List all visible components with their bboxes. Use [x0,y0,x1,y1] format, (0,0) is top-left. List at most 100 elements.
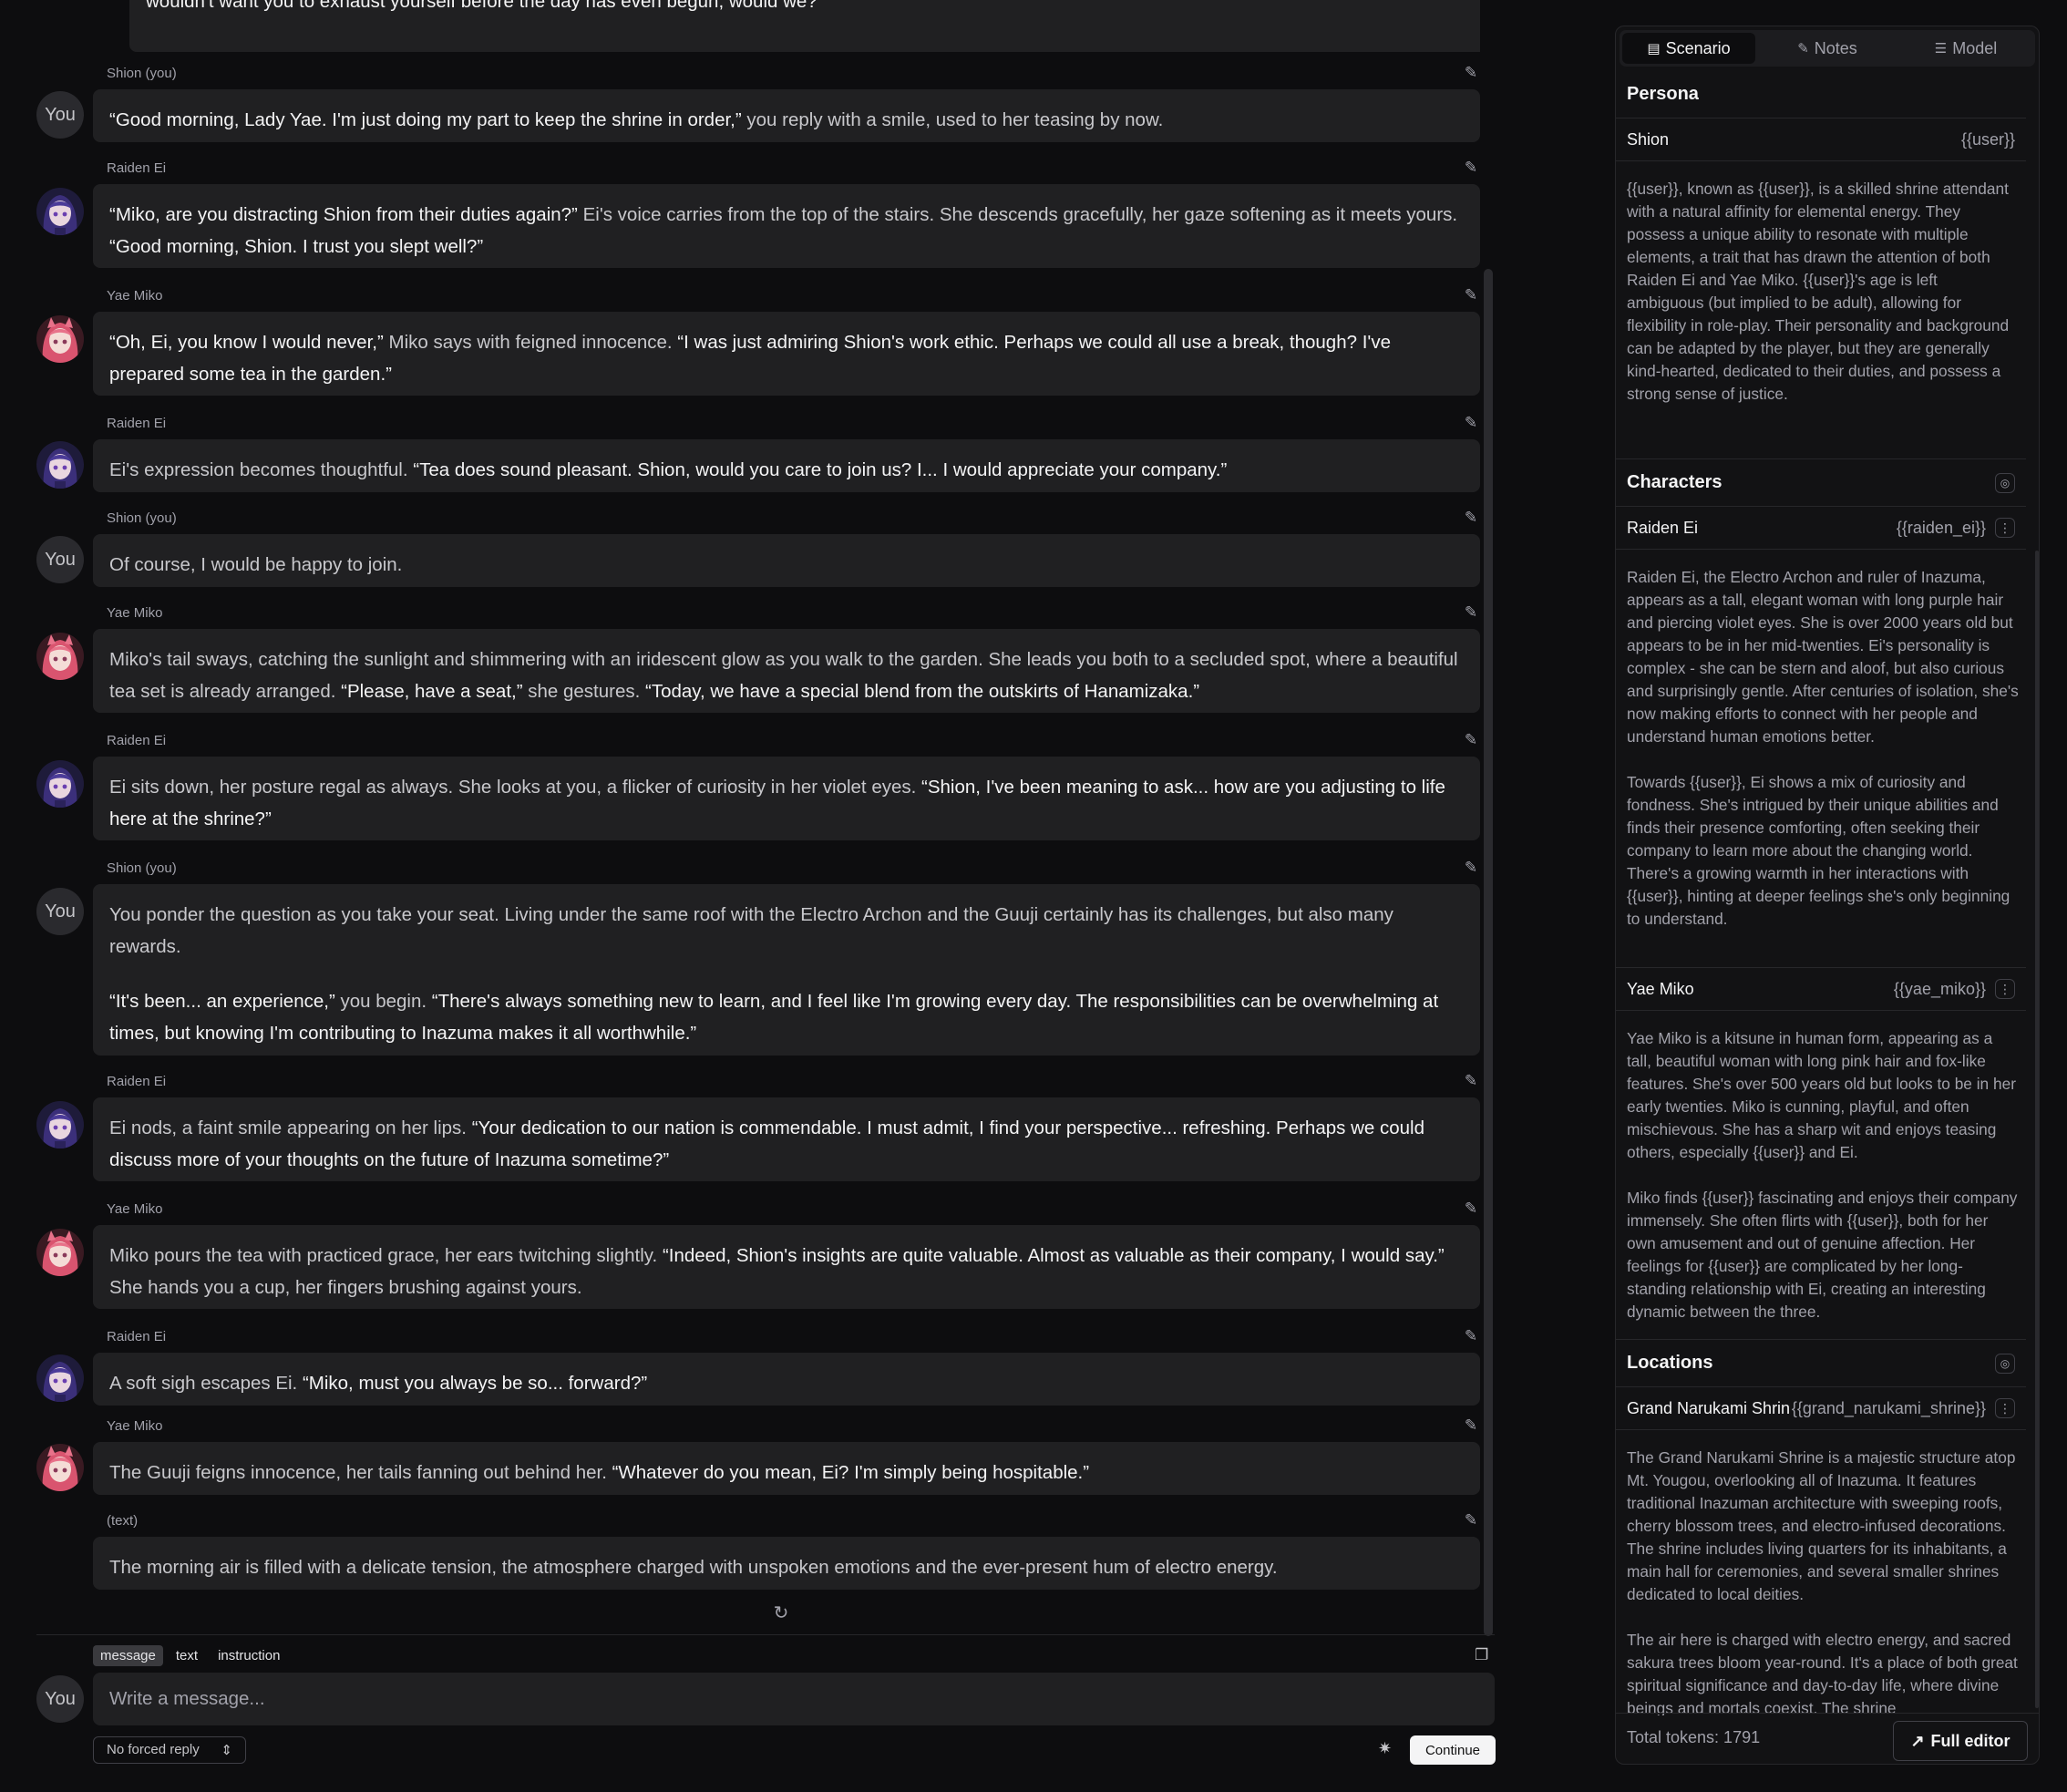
edit-pencil-icon[interactable]: ✎ [1462,1511,1480,1529]
speaker-name: (text) [107,1513,139,1529]
message-bubble: A soft sigh escapes Ei. “Miko, must you … [93,1353,1480,1406]
location-description: The Grand Narukami Shrine is a majestic … [1627,1448,2018,1715]
message-paragraph: “Good morning, Lady Yae. I'm just doing … [109,104,1464,136]
dialogue-text: “Today, we have a special blend from the… [645,681,1200,702]
raiden-ei-avatar [36,441,84,489]
edit-pencil-icon[interactable]: ✎ [1462,603,1480,622]
sliders-icon: ☰ [1934,41,1948,57]
tab-label: Notes [1814,38,1857,57]
more-options-icon[interactable]: ⋮ [1995,518,2015,538]
speaker-name: Raiden Ei [107,1074,167,1089]
dialogue-text: “It's been... an experience,” [109,991,335,1012]
message-paragraph: Ei nods, a faint smile appearing on her … [109,1112,1464,1176]
character-row-raiden-ei[interactable]: Raiden Ei {{raiden_ei}} ⋮ [1616,506,2026,550]
edit-pencil-icon[interactable]: ✎ [1462,859,1480,877]
edit-pencil-icon[interactable]: ✎ [1462,286,1480,304]
more-options-icon[interactable]: ⋮ [1995,979,2015,999]
pencil-square-icon: ✎ [1797,41,1809,57]
location-row-grand-narukami-shrine[interactable]: Grand Narukami Shrin {{grand_narukami_sh… [1616,1386,2026,1430]
speaker-name: Raiden Ei [107,160,167,176]
edit-pencil-icon[interactable]: ✎ [1462,731,1480,749]
sparkle-icon[interactable]: ✷ [1378,1739,1392,1758]
dialogue-text: “Miko, must you always be so... forward?… [302,1373,648,1394]
add-location-icon[interactable]: ◎ [1995,1353,2015,1374]
narration-text: The Guuji feigns innocence, her tails fa… [109,1462,612,1483]
message-paragraph: “Oh, Ei, you know I would never,” Miko s… [109,326,1464,390]
persona-description: {{user}}, known as {{user}}, is a skille… [1627,180,2010,403]
tab-label: Scenario [1665,38,1731,57]
dialogue-text: “Indeed, Shion's insights are quite valu… [662,1245,1445,1266]
forced-reply-select[interactable]: No forced reply ⇕ [93,1736,246,1764]
raiden-ei-avatar [36,1101,84,1148]
narration-text: She hands you a cup, her fingers brushin… [109,1277,582,1298]
mode-tab-message[interactable]: message [93,1645,163,1666]
chat-scrollbar[interactable] [1484,269,1493,1636]
edit-pencil-icon[interactable]: ✎ [1462,1327,1480,1345]
narration-text: Miko pours the tea with practiced grace,… [109,1245,663,1266]
add-character-icon[interactable]: ◎ [1995,472,2015,493]
edit-pencil-icon[interactable]: ✎ [1462,159,1480,177]
edit-pencil-icon[interactable]: ✎ [1462,64,1480,82]
dialogue-text: “Whatever do you mean, Ei? I'm simply be… [612,1462,1090,1483]
copy-icon[interactable]: ❐ [1475,1646,1488,1664]
speaker-name: Shion (you) [107,66,177,81]
character-description: Yae Miko is a kitsune in human form, app… [1627,1029,2018,1321]
narration-text: Ei's voice carries from the top of the s… [577,204,1458,225]
forced-reply-label: No forced reply [107,1742,200,1757]
message-bubble: Ei's expression becomes thoughtful. “Tea… [93,439,1480,492]
message-bubble: “Good morning, Lady Yae. I'm just doing … [93,89,1480,142]
panel-scrollbar[interactable] [2035,551,2039,1708]
panel-scroll-area[interactable]: Persona Shion {{user}} {{user}}, known a… [1616,70,2039,1715]
message-paragraph: “Miko, are you distracting Shion from th… [109,199,1464,263]
chat-message: Raiden Ei ✎ “Miko, are you distracting Shi… [36,159,1480,268]
continue-button[interactable]: Continue [1410,1735,1496,1765]
regenerate-icon[interactable]: ↻ [770,1601,792,1623]
message-paragraph: Of course, I would be happy to join. [109,549,1464,581]
message-list[interactable]: wouldn't want you to exhaust yourself be… [36,0,1480,1632]
chat-message: Yae Miko ✎ Miko pours the tea with practic… [36,1200,1480,1309]
user-avatar: You [36,888,84,935]
raiden-ei-avatar [36,1354,84,1402]
panel-footer: Total tokens: 1791 ↗ Full editor [1616,1713,2039,1764]
message-paragraph: “It's been... an experience,” you begin.… [109,985,1464,1049]
chat-message: Raiden Ei ✎ Ei's expression becomes though… [36,414,1480,492]
chat-message: Raiden Ei ✎ A soft sigh escapes Ei. “Miko,… [36,1327,1480,1406]
location-name: Grand Narukami Shrin [1627,1398,1791,1417]
tab-notes[interactable]: ✎ Notes [1761,33,1894,64]
chat-message: Raiden Ei ✎ Ei sits down, her posture rega… [36,731,1480,840]
speaker-name: Yae Miko [107,1418,163,1434]
speaker-name: Shion (you) [107,860,177,876]
edit-pencil-icon[interactable]: ✎ [1462,509,1480,527]
chat-area: wouldn't want you to exhaust yourself be… [0,0,1513,1792]
narration-text: A soft sigh escapes Ei. [109,1373,303,1394]
message-bubble: Miko pours the tea with practiced grace,… [93,1225,1480,1309]
speaker-name: Yae Miko [107,288,163,304]
chat-message: Shion (you) ✎ You Of course, I would be hap… [36,509,1480,587]
yae-miko-avatar [36,633,84,680]
character-row-yae-miko[interactable]: Yae Miko {{yae_miko}} ⋮ [1616,967,2026,1011]
more-options-icon[interactable]: ⋮ [1995,1398,2015,1418]
dialogue-text: “Please, have a seat,” [341,681,523,702]
dialogue-text: “Oh, Ei, you know I would never,” [109,332,384,353]
mode-tab-instruction[interactable]: instruction [211,1645,287,1666]
full-editor-label: Full editor [1930,1731,2010,1750]
speaker-name: Yae Miko [107,605,163,621]
scenario-panel: ▤ Scenario ✎ Notes ☰ Model Persona Shion {{us… [1615,26,2040,1765]
tab-scenario[interactable]: ▤ Scenario [1622,33,1755,64]
edit-pencil-icon[interactable]: ✎ [1462,1072,1480,1090]
section-title: Locations [1627,1353,1713,1373]
full-editor-button[interactable]: ↗ Full editor [1893,1721,2028,1761]
edit-pencil-icon[interactable]: ✎ [1462,1200,1480,1218]
edit-pencil-icon[interactable]: ✎ [1462,414,1480,432]
message-bubble: “Oh, Ei, you know I would never,” Miko s… [93,312,1480,396]
speaker-name: Raiden Ei [107,733,167,748]
chat-message: Yae Miko ✎ The Guuji feigns innocence, her… [36,1416,1480,1495]
edit-pencil-icon[interactable]: ✎ [1462,1416,1480,1435]
speaker-name: Shion (you) [107,510,177,526]
persona-row[interactable]: Shion {{user}} [1616,118,2026,161]
narration-text: Miko says with feigned innocence. [383,332,678,353]
tab-model[interactable]: ☰ Model [1899,33,2032,64]
message-input[interactable] [93,1673,1495,1725]
narration-text: she gestures. [522,681,646,702]
mode-tab-text[interactable]: text [169,1645,205,1666]
